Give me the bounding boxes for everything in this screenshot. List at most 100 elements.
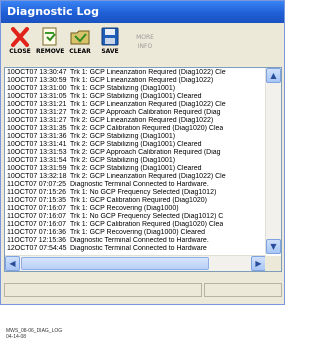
status-bar bbox=[4, 277, 282, 301]
log-message: Trk 1: GCP Stabilizing (Diag1001) Cleare… bbox=[70, 93, 202, 100]
log-time: 10OCT07 13:31:27 bbox=[7, 109, 67, 116]
clear-folder-icon bbox=[69, 27, 91, 47]
log-row[interactable]: 10OCT07 13:30:47 Trk 1: GCP Linearization… bbox=[7, 69, 265, 77]
log-row[interactable]: 12OCT07 07:54:45 Diagnostic Terminal Conn… bbox=[7, 245, 265, 253]
log-time: 11OCT07 07:15:35 bbox=[7, 197, 67, 204]
log-message: Trk 1: GCP Recovering (Diag1000) bbox=[70, 205, 179, 212]
more-info-button[interactable]: MORE INFO bbox=[130, 27, 160, 63]
log-time: 11OCT07 07:16:07 bbox=[7, 221, 67, 228]
log-row[interactable]: 11OCT07 07:07:25 Diagnostic Terminal Conn… bbox=[7, 181, 265, 189]
save-button[interactable]: SAVE bbox=[96, 27, 124, 63]
log-time: 11OCT07 07:15:26 bbox=[7, 189, 67, 196]
log-time: 11OCT07 12:15:36 bbox=[7, 237, 67, 244]
log-list[interactable]: 10OCT07 13:30:47 Trk 1: GCP Linearization… bbox=[4, 67, 282, 272]
log-message: Trk 1: GCP Linearization Required (Diag1… bbox=[70, 101, 226, 108]
log-time: 10OCT07 13:31:53 bbox=[7, 149, 67, 156]
toolbar: CLOSE REMOVE CLEAR SAVE MORE INFO bbox=[2, 25, 283, 65]
log-message: Diagnostic Terminal Connected to Hardwar… bbox=[70, 181, 209, 188]
log-message: Trk 1: No GCP Frequency Selected (Diag10… bbox=[70, 189, 217, 196]
log-message: Trk 1: No GCP Frequency Selected (Diag10… bbox=[70, 213, 224, 220]
log-row[interactable]: 10OCT07 13:31:27 Trk 2: GCP Approach Cali… bbox=[7, 109, 265, 117]
log-message: Trk 1: GCP Stabilizing (Diag1001) bbox=[70, 85, 176, 92]
log-row[interactable]: 10OCT07 13:31:00 Trk 1: GCP Stabilizing (… bbox=[7, 85, 265, 93]
log-time: 10OCT07 13:31:21 bbox=[7, 101, 67, 108]
chevron-right-icon: ▶ bbox=[255, 259, 262, 268]
more-info-icon bbox=[130, 27, 160, 33]
log-time: 11OCT07 07:16:07 bbox=[7, 213, 67, 220]
log-time: 10OCT07 13:31:54 bbox=[7, 157, 67, 164]
log-time: 11OCT07 07:16:36 bbox=[7, 229, 67, 236]
log-row[interactable]: 10OCT07 13:31:53 Trk 2: GCP Approach Cali… bbox=[7, 149, 265, 157]
window-title: Diagnostic Log bbox=[1, 1, 284, 23]
log-time: 12OCT07 07:54:45 bbox=[7, 245, 67, 252]
log-message: Trk 2: GCP Approach Calibration Required… bbox=[70, 109, 221, 116]
log-row[interactable]: 11OCT07 07:15:35 Trk 1: GCP Calibration R… bbox=[7, 197, 265, 205]
remove-document-icon bbox=[39, 27, 61, 47]
log-row[interactable]: 10OCT07 13:31:21 Trk 1: GCP Linearization… bbox=[7, 101, 265, 109]
log-message: Trk 1: GCP Calibration Required (Diag102… bbox=[70, 197, 207, 204]
diagnostic-log-window: Diagnostic Log CLOSE REMOVE CLEAR SAVE M… bbox=[0, 0, 285, 305]
log-row[interactable]: 11OCT07 07:16:07 Trk 1: GCP Calibration R… bbox=[7, 221, 265, 229]
log-row[interactable]: 10OCT07 13:31:35 Trk 2: GCP Calibration R… bbox=[7, 125, 265, 133]
log-time: 10OCT07 13:31:27 bbox=[7, 117, 67, 124]
log-time: 10OCT07 13:31:41 bbox=[7, 141, 67, 148]
scroll-left-button[interactable]: ◀ bbox=[5, 256, 20, 271]
clear-button[interactable]: CLEAR bbox=[66, 27, 94, 63]
status-pane-main bbox=[4, 283, 202, 297]
scroll-up-button[interactable]: ▲ bbox=[266, 68, 281, 83]
scroll-corner bbox=[265, 256, 281, 271]
log-row[interactable]: 10OCT07 13:30:59 Trk 1: GCP Linearization… bbox=[7, 77, 265, 85]
log-row[interactable]: 11OCT07 12:15:36 Diagnostic Terminal Conn… bbox=[7, 237, 265, 245]
log-time: 10OCT07 13:31:05 bbox=[7, 93, 67, 100]
log-time: 10OCT07 13:31:00 bbox=[7, 85, 67, 92]
log-message: Trk 1: GCP Linearization Required (Diag1… bbox=[70, 77, 214, 84]
log-row[interactable]: 10OCT07 13:31:54 Trk 2: GCP Stabilizing (… bbox=[7, 157, 265, 165]
remove-button[interactable]: REMOVE bbox=[36, 27, 64, 63]
close-x-icon bbox=[9, 27, 31, 47]
chevron-left-icon: ◀ bbox=[9, 259, 16, 268]
status-pane-secondary bbox=[204, 283, 282, 297]
log-row[interactable]: 11OCT07 07:16:07 Trk 1: No GCP Frequency … bbox=[7, 213, 265, 221]
log-row[interactable]: 11OCT07 07:15:26 Trk 1: No GCP Frequency … bbox=[7, 189, 265, 197]
log-time: 10OCT07 13:31:35 bbox=[7, 125, 67, 132]
log-time: 10OCT07 13:31:59 bbox=[7, 165, 67, 172]
log-message: Trk 2: GCP Stabilizing (Diag1001) bbox=[70, 157, 176, 164]
image-caption: MWS_08-06_DIAG_LOG 04-14-08 bbox=[6, 328, 62, 340]
log-row[interactable]: 10OCT07 13:31:05 Trk 1: GCP Stabilizing (… bbox=[7, 93, 265, 101]
log-message: Trk 2: GCP Linearization Required (Diag1… bbox=[70, 117, 214, 124]
log-message: Trk 1: GCP Recovering (Diag1000) Cleared bbox=[70, 229, 206, 236]
log-row[interactable]: 10OCT07 13:31:41 Trk 2: GCP Stabilizing (… bbox=[7, 141, 265, 149]
log-time: 10OCT07 13:32:18 bbox=[7, 173, 67, 180]
scroll-right-button[interactable]: ▶ bbox=[251, 256, 266, 271]
log-time: 10OCT07 13:30:47 bbox=[7, 69, 67, 76]
log-message: Trk 1: GCP Calibration Required (Diag102… bbox=[70, 221, 224, 228]
chevron-down-icon: ▼ bbox=[270, 242, 277, 251]
caption-line2: 04-14-08 bbox=[6, 334, 27, 340]
close-label: CLOSE bbox=[9, 48, 31, 55]
log-row[interactable]: 10OCT07 13:31:27 Trk 2: GCP Linearization… bbox=[7, 117, 265, 125]
log-row[interactable]: 11OCT07 07:16:36 Trk 1: GCP Recovering (D… bbox=[7, 229, 265, 237]
more-info-label-line2: INFO bbox=[137, 43, 153, 50]
log-row[interactable]: 10OCT07 13:31:59 Trk 2: GCP Stabilizing (… bbox=[7, 165, 265, 173]
remove-label: REMOVE bbox=[36, 48, 65, 55]
log-message: Diagnostic Terminal Connected to Hardwar… bbox=[70, 245, 207, 252]
chevron-up-icon: ▲ bbox=[270, 71, 277, 80]
log-rows: 10OCT07 13:30:47 Trk 1: GCP Linearization… bbox=[7, 69, 265, 255]
log-message: Trk 2: GCP Calibration Required (Diag102… bbox=[70, 125, 224, 132]
close-button[interactable]: CLOSE bbox=[6, 27, 34, 63]
save-label: SAVE bbox=[101, 48, 119, 55]
vertical-scrollbar[interactable]: ▲ ▼ bbox=[265, 68, 281, 254]
log-row[interactable]: 11OCT07 07:16:07 Trk 1: GCP Recovering (D… bbox=[7, 205, 265, 213]
more-info-label-line1: MORE bbox=[136, 34, 154, 41]
log-time: 11OCT07 07:16:07 bbox=[7, 205, 67, 212]
horizontal-scroll-thumb[interactable] bbox=[21, 257, 209, 270]
log-message: Diagnostic Terminal Connected to Hardwar… bbox=[70, 237, 209, 244]
log-message: Trk 1: GCP Linearization Required (Diag1… bbox=[70, 69, 226, 76]
log-row[interactable]: 10OCT07 13:31:36 Trk 2: GCP Stabilizing (… bbox=[7, 133, 265, 141]
log-message: Trk 2: GCP Linearization Required (Diag1… bbox=[70, 173, 226, 180]
horizontal-scrollbar[interactable]: ◀ ▶ bbox=[5, 255, 266, 271]
log-row[interactable]: 10OCT07 13:32:18 Trk 2: GCP Linearization… bbox=[7, 173, 265, 181]
log-message: Trk 2: GCP Approach Calibration Required… bbox=[70, 149, 221, 156]
scroll-down-button[interactable]: ▼ bbox=[266, 239, 281, 254]
floppy-disk-icon bbox=[99, 27, 121, 47]
